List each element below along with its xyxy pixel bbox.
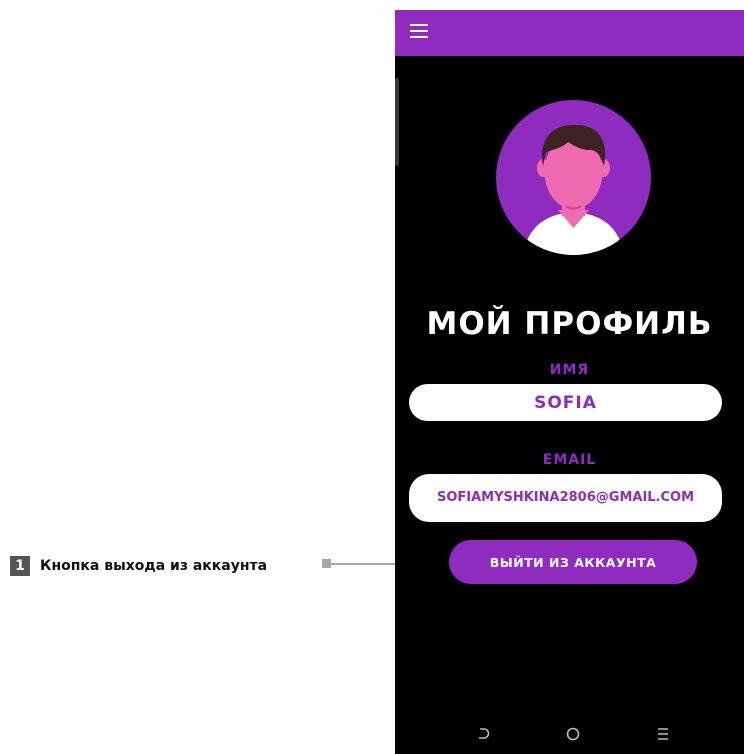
nav-home-icon[interactable] [563, 724, 583, 744]
logout-button[interactable]: ВЫЙТИ ИЗ АККАУНТА [449, 540, 697, 584]
system-navigation-bar [395, 718, 744, 754]
nav-back-icon[interactable] [473, 724, 493, 744]
nav-recent-icon[interactable] [653, 724, 673, 744]
email-label: EMAIL [542, 452, 597, 468]
page-title: МОЙ ПРОФИЛЬ [426, 306, 713, 342]
annotation-label: Кнопка выхода из аккаунта [40, 558, 268, 574]
avatar-icon [496, 100, 651, 255]
annotation-connector-start [322, 559, 331, 568]
name-label: ИМЯ [549, 362, 590, 378]
scroll-handle[interactable] [395, 78, 399, 166]
menu-icon[interactable] [410, 23, 430, 39]
phone-screen: МОЙ ПРОФИЛЬ ИМЯ SOFIA EMAIL SOFIAMYSHKIN… [395, 10, 744, 754]
email-field[interactable]: SOFIAMYSHKINA2806@GMAIL.COM [409, 474, 722, 522]
app-bar [395, 10, 744, 56]
annotation-number: 1 [10, 556, 30, 576]
name-field[interactable]: SOFIA [409, 384, 722, 421]
